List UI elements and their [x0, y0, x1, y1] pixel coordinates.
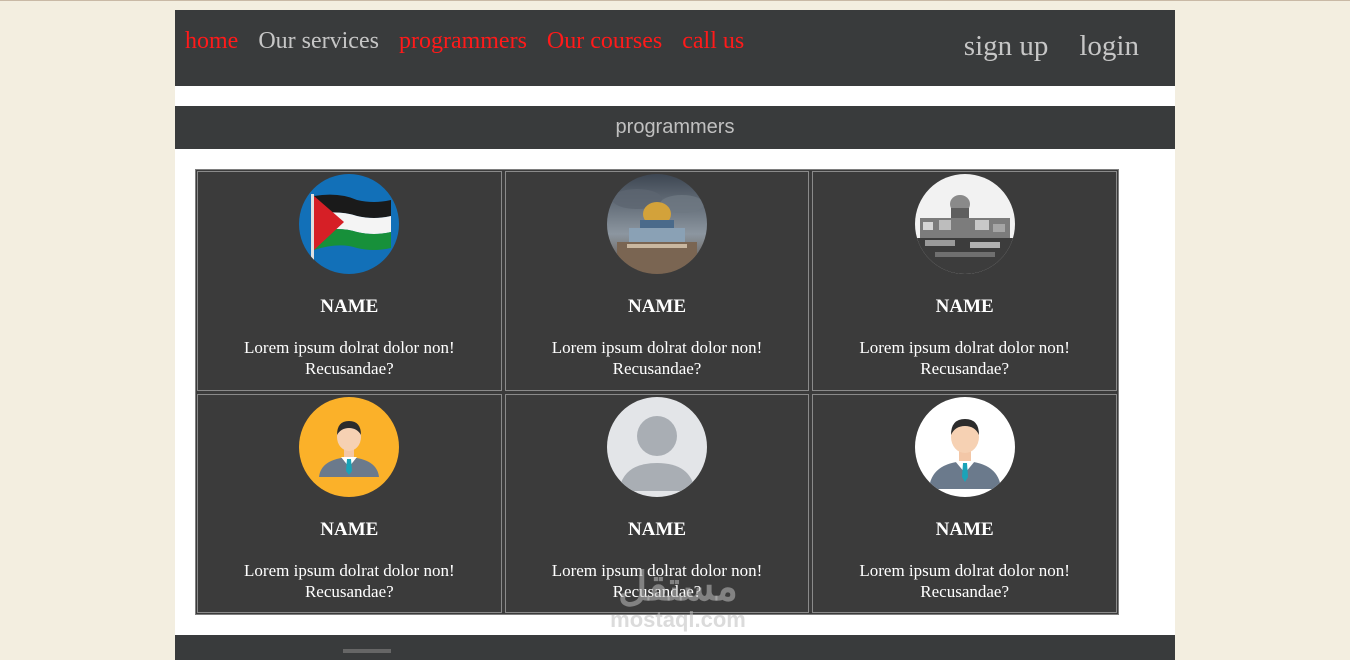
nav-links: home Our services programmers Our course…	[185, 28, 744, 55]
man-avatar-orange	[299, 396, 400, 497]
nav-link-home[interactable]: home	[185, 28, 238, 55]
signup-link[interactable]: sign up	[964, 30, 1049, 63]
programmer-card[interactable]: NAME Lorem ipsum dolrat dolor non! Recus…	[812, 393, 1117, 613]
dome-of-the-rock-avatar	[606, 174, 707, 274]
jerusalem-old-city-avatar	[914, 174, 1015, 274]
card-name: NAME	[320, 296, 379, 317]
palestine-flag-avatar	[299, 174, 400, 274]
section-title: programmers	[175, 106, 1175, 149]
card-name: NAME	[935, 296, 994, 317]
footer-tab-indicator	[343, 649, 391, 653]
card-description: Lorem ipsum dolrat dolor non! Recusandae…	[859, 560, 1070, 601]
programmer-card[interactable]: NAME Lorem ipsum dolrat dolor non! Recus…	[812, 171, 1117, 391]
nav-link-programmers[interactable]: programmers	[399, 28, 527, 55]
card-name: NAME	[935, 518, 994, 540]
card-description: Lorem ipsum dolrat dolor non! Recusandae…	[551, 338, 763, 378]
nav-link-services[interactable]: Our services	[258, 28, 379, 55]
card-description: Lorem ipsum dolrat dolor non! Recusandae…	[551, 560, 763, 601]
card-description: Lorem ipsum dolrat dolor non! Recusandae…	[244, 338, 455, 378]
programmer-card[interactable]: NAME Lorem ipsum dolrat dolor non! Recus…	[197, 393, 502, 613]
card-name: NAME	[320, 518, 379, 540]
card-name: NAME	[627, 296, 687, 317]
man-avatar-white	[914, 396, 1015, 497]
footer-bar	[175, 635, 1175, 660]
page-container: home Our services programmers Our course…	[175, 10, 1175, 660]
nav-link-call-us[interactable]: call us	[682, 28, 744, 55]
programmers-grid: NAME Lorem ipsum dolrat dolor non! Recus…	[195, 169, 1119, 615]
card-description: Lorem ipsum dolrat dolor non! Recusandae…	[859, 338, 1070, 378]
top-navbar: home Our services programmers Our course…	[175, 10, 1175, 86]
card-name: NAME	[627, 518, 687, 540]
login-link[interactable]: login	[1079, 30, 1139, 63]
default-user-avatar	[606, 396, 707, 497]
nav-link-courses[interactable]: Our courses	[547, 28, 662, 55]
auth-links: sign up login	[964, 30, 1139, 63]
programmer-card[interactable]: NAME Lorem ipsum dolrat dolor non! Recus…	[197, 171, 502, 391]
card-description: Lorem ipsum dolrat dolor non! Recusandae…	[244, 560, 455, 601]
programmer-card[interactable]: NAME Lorem ipsum dolrat dolor non! Recus…	[504, 171, 810, 391]
programmer-card[interactable]: NAME Lorem ipsum dolrat dolor non! Recus…	[504, 393, 810, 613]
